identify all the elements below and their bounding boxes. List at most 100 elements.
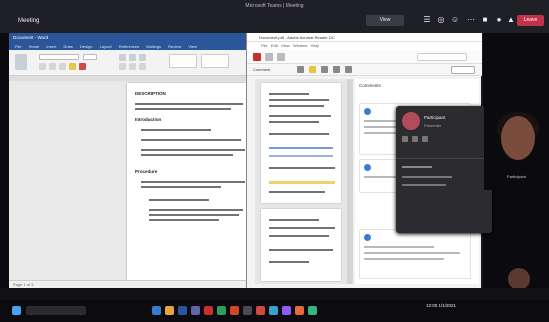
bold-icon[interactable] (39, 63, 46, 70)
strikethrough-tool-icon[interactable] (333, 66, 340, 73)
tab-layout[interactable]: Layout (100, 43, 112, 50)
italic-icon[interactable] (49, 63, 56, 70)
doc-heading: DESCRIPTION (135, 91, 166, 96)
comment-toolbar: Comment (247, 64, 482, 76)
menu-help[interactable]: Help (311, 43, 319, 48)
tab-references[interactable]: References (119, 43, 139, 50)
tab-design[interactable]: Design (80, 43, 92, 50)
participant-name: Participant (507, 174, 526, 179)
self-view-avatar[interactable] (508, 268, 530, 290)
reactions-icon[interactable]: ☺ (448, 15, 462, 25)
tab-mailings[interactable]: Mailings (146, 43, 161, 50)
powerpoint-icon[interactable] (230, 306, 239, 315)
pdf-search-input[interactable] (417, 53, 467, 61)
commenter-avatar (364, 164, 371, 171)
styles-gallery-2[interactable] (201, 54, 229, 68)
participant-card-name: Participant (424, 115, 446, 120)
document-page[interactable]: DESCRIPTION Introduction Procedure (127, 83, 255, 288)
taskbar-search[interactable] (26, 306, 86, 315)
search-icon[interactable] (277, 53, 285, 61)
pdf-page-area[interactable] (255, 79, 347, 284)
app-icon[interactable] (256, 306, 265, 315)
app-icon[interactable] (269, 306, 278, 315)
doc-section-introduction: Introduction (135, 117, 162, 122)
menu-window[interactable]: Window (293, 43, 307, 48)
divider (396, 158, 492, 159)
window-title: Microsoft Teams | Meeting (245, 3, 304, 9)
share-icon[interactable]: ▲ (504, 15, 518, 25)
tab-insert[interactable]: Insert (46, 43, 56, 50)
menu-view[interactable]: View (281, 43, 290, 48)
highlight-icon[interactable] (69, 63, 76, 70)
bullets-icon[interactable] (119, 54, 126, 61)
app-icon[interactable] (308, 306, 317, 315)
align-left-icon[interactable] (119, 63, 126, 70)
tab-view[interactable]: View (188, 43, 197, 50)
print-icon[interactable] (265, 53, 273, 61)
font-select[interactable] (39, 54, 79, 60)
clock-date: 1/1/2021 (438, 303, 457, 308)
tab-review[interactable]: Review (168, 43, 181, 50)
teams-icon[interactable] (191, 306, 200, 315)
chat-icon[interactable]: ☰ (420, 15, 434, 25)
start-icon[interactable] (12, 306, 21, 315)
tab-home[interactable]: Home (29, 43, 40, 50)
font-color-icon[interactable] (79, 63, 86, 70)
doc-section-procedure: Procedure (135, 169, 158, 174)
tab-file[interactable]: File (15, 43, 21, 50)
word-title: Document - Word (9, 33, 259, 43)
menu-file[interactable]: File (261, 43, 267, 48)
styles-gallery[interactable] (169, 54, 197, 68)
more-icon[interactable]: ⋯ (464, 15, 478, 25)
word-window: Document - Word File Home Insert Draw De… (9, 33, 259, 288)
camera-icon[interactable]: ■ (478, 15, 492, 25)
chat-icon[interactable] (402, 136, 408, 142)
avatar (402, 112, 420, 130)
participants-icon[interactable]: ◎ (434, 15, 448, 25)
ribbon (9, 50, 259, 76)
app-icon[interactable] (282, 306, 291, 315)
pdf-scrollbar[interactable] (347, 79, 353, 284)
file-explorer-icon[interactable] (165, 306, 174, 315)
comment-card[interactable] (359, 229, 471, 279)
align-center-icon[interactable] (129, 63, 136, 70)
commenter-avatar (364, 234, 371, 241)
tab-draw[interactable]: Draw (64, 43, 73, 50)
close-comment-button[interactable] (451, 66, 475, 74)
participant-video (501, 116, 535, 160)
word-icon[interactable] (178, 306, 187, 315)
pdf-menu-bar: File Edit View Window Help (247, 42, 482, 50)
meeting-name: Meeting (18, 18, 40, 24)
excel-icon[interactable] (217, 306, 226, 315)
participant-card: Participant Presenter (396, 106, 492, 233)
underline-tool-icon[interactable] (321, 66, 328, 73)
sticky-note-icon[interactable] (297, 66, 304, 73)
app-icon[interactable] (295, 306, 304, 315)
pdf-page-1 (261, 83, 341, 203)
underline-icon[interactable] (59, 63, 66, 70)
comment-label: Comment (253, 67, 271, 72)
highlight-tool-icon[interactable] (309, 66, 316, 73)
call-icon[interactable] (422, 136, 428, 142)
clock-time: 12:00 (426, 303, 438, 308)
video-tile[interactable]: Participant (484, 106, 549, 190)
comments-header: Comments (359, 83, 381, 88)
clock[interactable]: 12:00 1/1/2021 (426, 303, 486, 308)
menu-edit[interactable]: Edit (271, 43, 278, 48)
pdf-page-2 (261, 209, 341, 281)
leave-button[interactable]: Leave (517, 15, 544, 26)
mail-icon[interactable] (412, 136, 418, 142)
app-icon[interactable] (243, 306, 252, 315)
ribbon-tabs: File Home Insert Draw Design Layout Refe… (9, 43, 259, 50)
edge-icon[interactable] (152, 306, 161, 315)
acrobat-icon[interactable] (204, 306, 213, 315)
view-button[interactable]: View (366, 15, 404, 26)
save-icon[interactable] (253, 53, 261, 61)
indent-icon[interactable] (139, 54, 146, 61)
numbering-icon[interactable] (129, 54, 136, 61)
paste-icon[interactable] (15, 54, 27, 70)
font-size-select[interactable] (83, 54, 97, 60)
align-right-icon[interactable] (139, 63, 146, 70)
text-tool-icon[interactable] (345, 66, 352, 73)
participant-card-status: Presenter (424, 123, 442, 128)
